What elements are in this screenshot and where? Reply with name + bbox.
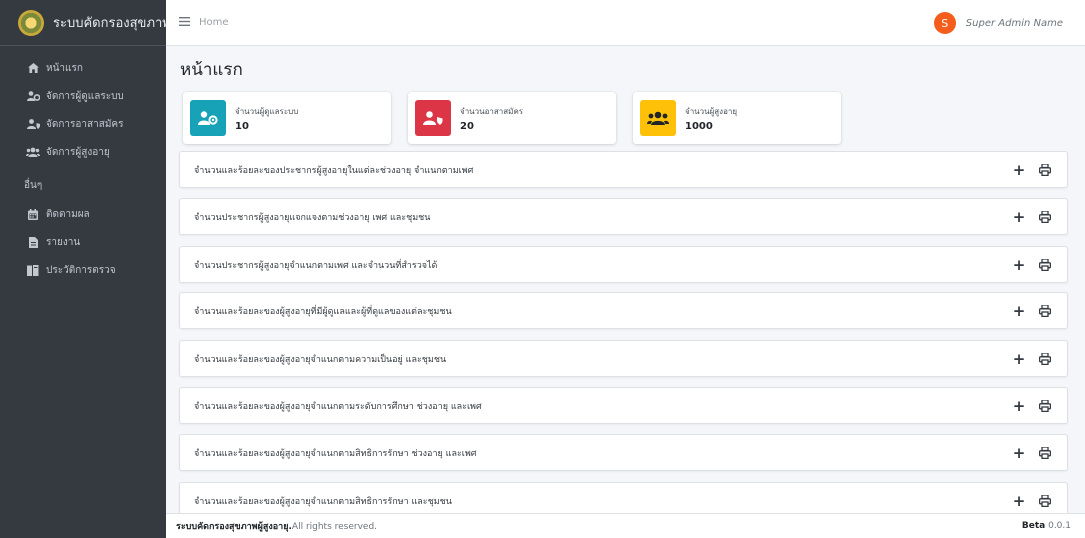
home-icon (26, 63, 40, 73)
sidebar-item-label: ติดตามผล (46, 208, 90, 220)
sidebar: ระบบคัดกรองสุขภาพ หน้าแรก จัดการผู้ดูแลร… (0, 0, 171, 538)
report-card: จำนวนและร้อยละของผู้สูงอายุจำแนกตามระดับ… (179, 387, 1068, 424)
file-icon (26, 236, 40, 248)
stat-label: จำนวนผู้สูงอายุ (685, 106, 738, 116)
users-cog-icon (26, 91, 40, 101)
stat-text: จำนวนผู้สูงอายุ 1000 (685, 105, 737, 132)
expand-button[interactable]: + (1012, 208, 1026, 226)
footer-rights: All rights reserved. (291, 522, 378, 532)
stat-label: จำนวนผู้ดูแลระบบ (235, 106, 299, 116)
card-tools: + (1012, 247, 1051, 282)
user-shield-icon (415, 100, 451, 136)
sidebar-item-label: จัดการผู้สูงอายุ (46, 146, 110, 158)
sidebar-item-label: จัดการอาสาสมัคร (46, 118, 124, 130)
sidebar-nav-others: ติดตามผล รายงาน ประวัติการตรวจ (0, 200, 166, 284)
expand-button[interactable]: + (1012, 161, 1026, 179)
version-label: Beta (1021, 521, 1046, 531)
page-title: หน้าแรก (180, 60, 243, 80)
user-menu[interactable]: S Super Admin Name (933, 12, 1063, 34)
sidebar-item-label: หน้าแรก (46, 62, 83, 74)
expand-button[interactable]: + (1012, 350, 1026, 368)
footer-app-name: ระบบคัดกรองสุขภาพผู้สูงอายุ. (176, 522, 292, 532)
version-number: 0.0.1 (1048, 521, 1071, 531)
users-icon (640, 100, 676, 136)
sidebar-item-label: จัดการผู้ดูแลระบบ (46, 90, 124, 102)
stat-text: จำนวนอาสาสมัคร 20 (460, 105, 523, 132)
stat-label: จำนวนอาสาสมัคร (460, 106, 524, 116)
stat-value: 1000 (685, 120, 713, 132)
expand-button[interactable]: + (1012, 256, 1026, 274)
report-card: จำนวนประชากรผู้สูงอายุจำแนกตามเพศ และจำน… (179, 246, 1068, 283)
stat-text: จำนวนผู้ดูแลระบบ 10 (235, 105, 298, 132)
stat-value: 20 (460, 120, 474, 132)
history-book-icon (26, 264, 40, 276)
print-icon[interactable] (1039, 304, 1051, 317)
stat-box-volunteers: จำนวนอาสาสมัคร 20 (408, 92, 616, 144)
sidebar-item-reports[interactable]: รายงาน (0, 228, 166, 256)
print-icon[interactable] (1039, 210, 1051, 223)
users-icon (26, 147, 40, 157)
report-card: จำนวนและร้อยละของประชากรผู้สูงอายุในแต่ล… (179, 151, 1068, 188)
report-card-title: จำนวนและร้อยละของประชากรผู้สูงอายุในแต่ล… (194, 165, 474, 176)
card-tools: + (1012, 152, 1051, 187)
brand-logo (18, 9, 44, 36)
calendar-icon (26, 208, 40, 220)
report-card-title: จำนวนและร้อยละของผู้สูงอายุจำแนกตามสิทธิ… (194, 448, 477, 459)
card-tools: + (1012, 388, 1051, 423)
report-card-title: จำนวนประชากรผู้สูงอายุแจกแจงตามช่วงอายุ … (194, 212, 431, 223)
footer: ระบบคัดกรองสุขภาพผู้สูงอายุ.All rights r… (166, 513, 1085, 538)
stat-box-admins: จำนวนผู้ดูแลระบบ 10 (183, 92, 391, 144)
footer-version: Beta 0.0.1 (1022, 521, 1071, 531)
expand-button[interactable]: + (1012, 444, 1026, 462)
report-card-title: จำนวนและร้อยละของผู้สูงอายุที่มีผู้ดูแลแ… (194, 306, 452, 317)
sidebar-nav: หน้าแรก จัดการผู้ดูแลระบบ จัดการอาสาสมัค… (0, 46, 166, 166)
card-tools: + (1012, 435, 1051, 470)
expand-button[interactable]: + (1012, 492, 1026, 510)
print-icon[interactable] (1039, 399, 1051, 412)
sidebar-item-history[interactable]: ประวัติการตรวจ (0, 256, 166, 284)
sidebar-item-followup[interactable]: ติดตามผล (0, 200, 166, 228)
menu-toggle-icon[interactable] (179, 15, 191, 30)
card-tools: + (1012, 293, 1051, 328)
stat-value: 10 (235, 120, 249, 132)
expand-button[interactable]: + (1012, 302, 1026, 320)
top-navbar: Home S Super Admin Name (166, 0, 1085, 46)
print-icon[interactable] (1039, 163, 1051, 176)
print-icon[interactable] (1039, 258, 1051, 271)
sidebar-item-label: รายงาน (46, 236, 81, 248)
report-card-title: จำนวนและร้อยละของผู้สูงอายุจำแนกตามความเ… (194, 354, 447, 365)
sidebar-item-admins[interactable]: จัดการผู้ดูแลระบบ (0, 82, 166, 110)
footer-copyright: ระบบคัดกรองสุขภาพผู้สูงอายุ.All rights r… (176, 519, 377, 533)
avatar: S (933, 12, 956, 34)
users-cog-icon (190, 100, 226, 136)
sidebar-section-header: อื่นๆ (24, 180, 43, 191)
brand-title: ระบบคัดกรองสุขภาพ (53, 16, 171, 31)
card-tools: + (1012, 199, 1051, 234)
report-card: จำนวนและร้อยละของผู้สูงอายุจำแนกตามความเ… (179, 340, 1068, 377)
user-name: Super Admin Name (965, 17, 1063, 29)
sidebar-item-volunteers[interactable]: จัดการอาสาสมัคร (0, 110, 166, 138)
sidebar-item-home[interactable]: หน้าแรก (0, 54, 166, 82)
breadcrumb-home[interactable]: Home (199, 17, 229, 28)
brand-link[interactable]: ระบบคัดกรองสุขภาพ (0, 0, 171, 46)
report-card-title: จำนวนและร้อยละของผู้สูงอายุจำแนกตามสิทธิ… (194, 496, 452, 507)
sidebar-item-elderly[interactable]: จัดการผู้สูงอายุ (0, 138, 166, 166)
user-shield-icon (26, 119, 40, 129)
expand-button[interactable]: + (1012, 397, 1026, 415)
print-icon[interactable] (1039, 494, 1051, 507)
print-icon[interactable] (1039, 446, 1051, 459)
report-card-title: จำนวนประชากรผู้สูงอายุจำแนกตามเพศ และจำน… (194, 260, 438, 271)
report-card: จำนวนและร้อยละของผู้สูงอายุที่มีผู้ดูแลแ… (179, 292, 1068, 329)
stat-box-elderly: จำนวนผู้สูงอายุ 1000 (633, 92, 841, 144)
report-card: จำนวนประชากรผู้สูงอายุแจกแจงตามช่วงอายุ … (179, 198, 1068, 235)
print-icon[interactable] (1039, 352, 1051, 365)
report-card-title: จำนวนและร้อยละของผู้สูงอายุจำแนกตามระดับ… (194, 401, 482, 412)
report-card: จำนวนและร้อยละของผู้สูงอายุจำแนกตามสิทธิ… (179, 434, 1068, 471)
card-tools: + (1012, 341, 1051, 376)
sidebar-item-label: ประวัติการตรวจ (46, 264, 116, 276)
